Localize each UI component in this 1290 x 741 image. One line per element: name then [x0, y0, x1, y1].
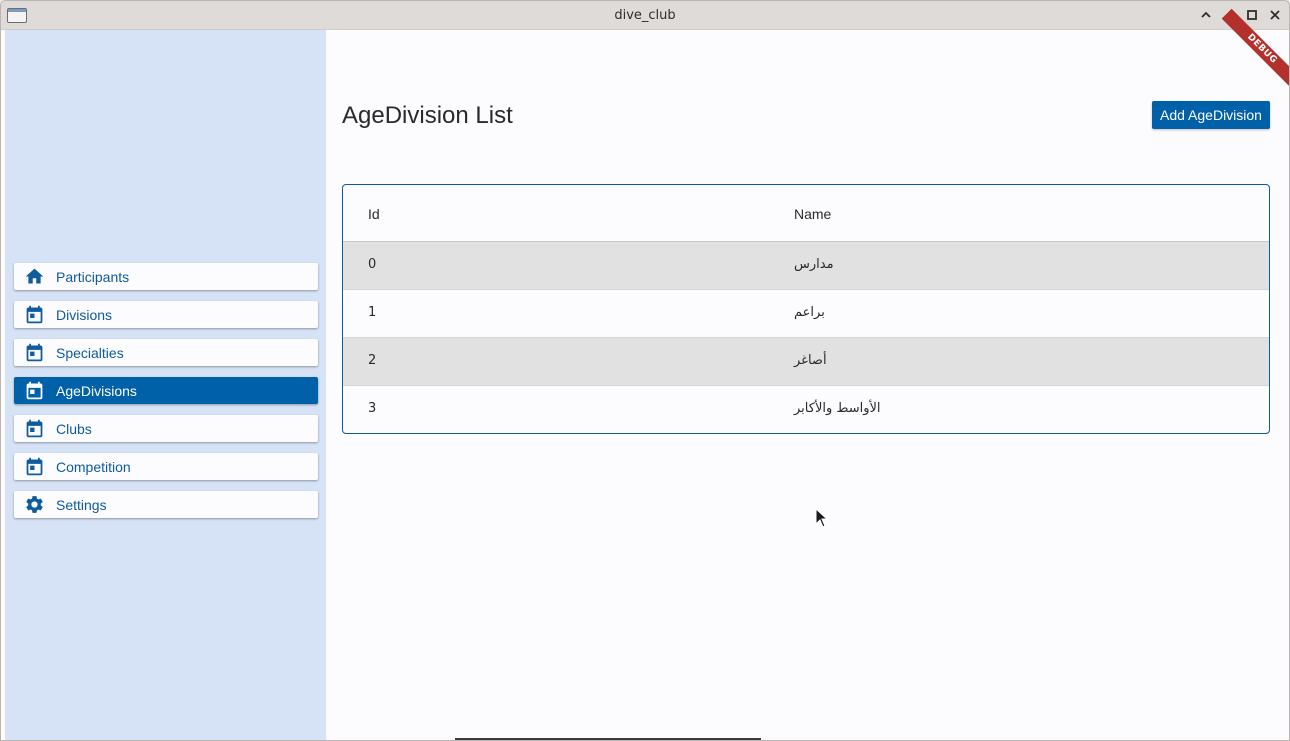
close-icon[interactable] [1267, 7, 1283, 23]
sidebar-item-label: AgeDivisions [56, 383, 137, 399]
sidebar-item-settings[interactable]: Settings [14, 491, 318, 518]
calendar-icon [24, 456, 45, 477]
gear-icon [24, 494, 45, 515]
cell-name: الأواسط والأكابر [794, 401, 881, 416]
agedivision-table: Id Name 0 مدارس 1 براعم 2 أصاغر 3 الأواس… [342, 184, 1270, 434]
table-row[interactable]: 2 أصاغر [343, 338, 1269, 386]
calendar-icon [24, 418, 45, 439]
window-title: dive_club [614, 8, 676, 23]
table-header: Id Name [343, 185, 1269, 242]
cell-id: 3 [368, 401, 377, 416]
cell-id: 0 [368, 257, 377, 272]
table-row[interactable]: 3 الأواسط والأكابر [343, 386, 1269, 433]
sidebar-item-participants[interactable]: Participants [14, 263, 318, 290]
sidebar-item-specialties[interactable]: Specialties [14, 339, 318, 366]
page-title: AgeDivision List [342, 102, 513, 129]
cell-name: أصاغر [794, 353, 827, 368]
column-header-id: Id [368, 206, 380, 222]
cell-id: 2 [368, 353, 377, 368]
title-bar: dive_club [1, 1, 1289, 30]
cell-name: براعم [794, 305, 825, 320]
cell-id: 1 [368, 305, 377, 320]
column-header-name: Name [794, 206, 832, 222]
sidebar-nav: Participants Divisions Specialties AgeDi… [14, 263, 318, 529]
sidebar-item-competition[interactable]: Competition [14, 453, 318, 480]
sidebar-item-label: Participants [56, 269, 130, 285]
table-row[interactable]: 1 براعم [343, 290, 1269, 338]
sidebar-item-divisions[interactable]: Divisions [14, 301, 318, 328]
sidebar-item-agedivisions[interactable]: AgeDivisions [14, 377, 318, 404]
chevron-up-icon[interactable] [1198, 7, 1214, 23]
sidebar-item-clubs[interactable]: Clubs [14, 415, 318, 442]
main-content: DEBUG AgeDivision List Add AgeDivision I… [326, 8, 1289, 740]
add-agedivision-button[interactable]: Add AgeDivision [1152, 101, 1270, 129]
calendar-icon [24, 342, 45, 363]
sidebar: Participants Divisions Specialties AgeDi… [5, 30, 326, 740]
sidebar-item-label: Settings [56, 497, 107, 513]
calendar-icon [24, 304, 45, 325]
sidebar-item-label: Competition [56, 459, 131, 475]
calendar-icon [24, 380, 45, 401]
mouse-cursor-icon [815, 507, 829, 528]
sidebar-item-label: Specialties [56, 345, 124, 361]
app-window: dive_club Participants Divisions Special… [0, 0, 1290, 741]
sidebar-item-label: Divisions [56, 307, 113, 323]
maximize-icon[interactable] [1244, 7, 1260, 23]
home-icon [24, 266, 45, 287]
sidebar-item-label: Clubs [56, 421, 92, 437]
cell-name: مدارس [794, 257, 834, 272]
table-row[interactable]: 0 مدارس [343, 242, 1269, 290]
